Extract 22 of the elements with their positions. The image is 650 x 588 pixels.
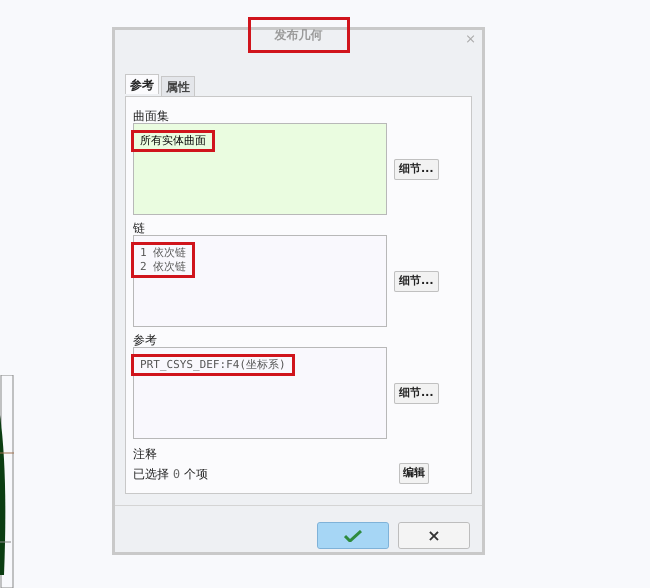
tab[interactable]: 参考 — [125, 74, 159, 94]
list-box[interactable]: 所有实体曲面 — [133, 123, 387, 215]
tab[interactable]: 属性 — [161, 76, 195, 96]
list-item[interactable]: 1 依次链 — [140, 246, 186, 260]
list-item[interactable]: 2 依次链 — [140, 260, 186, 274]
details-button[interactable]: 细节... — [394, 382, 439, 404]
note-label: 注释 — [133, 446, 158, 463]
details-button[interactable]: 细节... — [394, 270, 439, 292]
section-label: 参考 — [133, 333, 158, 347]
window-title: 发布几何 — [248, 17, 350, 53]
selection-count: 已选择 0 个项 — [133, 466, 208, 482]
list-box[interactable]: 1 依次链 2 依次链 — [133, 235, 387, 327]
list-item[interactable]: PRT_CSYS_DEF:F4(坐标系) — [140, 358, 286, 372]
details-button[interactable]: 细节... — [394, 158, 439, 180]
ok-button[interactable] — [317, 522, 389, 549]
checkmark-icon — [344, 530, 362, 542]
list-box[interactable]: PRT_CSYS_DEF:F4(坐标系) — [133, 347, 387, 439]
section-label: 曲面集 — [133, 109, 170, 123]
cancel-button[interactable]: × — [398, 522, 470, 549]
section-label: 链 — [133, 221, 146, 235]
edit-button[interactable]: 编辑 — [399, 463, 429, 484]
list-item[interactable]: 所有实体曲面 — [140, 134, 206, 148]
